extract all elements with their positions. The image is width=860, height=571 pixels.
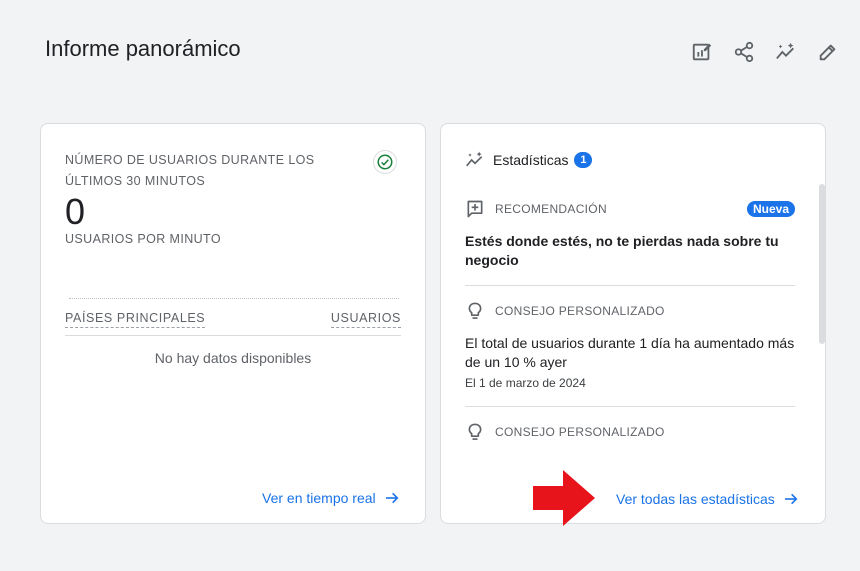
insights-icon [466, 151, 483, 167]
view-all-insights-link[interactable]: Ver todas las estadísticas [616, 491, 799, 507]
insights-card: Estadísticas 1 RECOMENDACIÓN Nueva Estés… [440, 123, 826, 524]
annotation-arrow-icon [533, 470, 595, 526]
insights-button[interactable] [772, 38, 800, 66]
realtime-user-count: 0 [65, 191, 86, 232]
view-realtime-link[interactable]: Ver en tiempo real [262, 490, 400, 506]
insight-kind: CONSEJO PERSONALIZADO [495, 425, 665, 439]
insight-text: El total de usuarios durante 1 día ha au… [465, 335, 795, 370]
edit-report-button[interactable] [688, 38, 716, 66]
insight-kind: CONSEJO PERSONALIZADO [495, 304, 665, 318]
realtime-title: NÚMERO DE USUARIOS DURANTE LOS ÚLTIMOS 3… [65, 153, 315, 188]
lightbulb-icon [468, 423, 482, 440]
insights-icon [776, 42, 794, 60]
insights-header: Estadísticas 1 [465, 150, 593, 170]
empty-state-message: No hay datos disponibles [154, 350, 312, 366]
customize-button[interactable] [814, 38, 842, 66]
add-feedback-icon [467, 200, 483, 218]
insights-count-badge: 1 [574, 152, 593, 168]
new-badge: Nueva [746, 201, 795, 217]
arrow-right-icon [385, 492, 399, 504]
edit-report-icon [692, 43, 712, 61]
insights-scrollbar[interactable] [819, 184, 825, 344]
insight-item[interactable]: RECOMENDACIÓN Nueva Estés donde estés, n… [465, 199, 795, 270]
lightbulb-icon [468, 302, 482, 319]
toolbar [688, 38, 842, 66]
insight-divider [465, 406, 795, 407]
insight-item[interactable]: CONSEJO PERSONALIZADO [465, 422, 795, 442]
view-all-insights-label: Ver todas las estadísticas [616, 491, 775, 507]
view-realtime-label: Ver en tiempo real [262, 490, 376, 506]
status-check-badge [373, 150, 397, 174]
column-header-countries[interactable]: PAÍSES PRINCIPALES [65, 311, 206, 328]
share-button[interactable] [730, 38, 758, 66]
insight-item[interactable]: CONSEJO PERSONALIZADO El total de usuari… [465, 301, 795, 390]
realtime-sparkline [69, 298, 399, 299]
realtime-card: NÚMERO DE USUARIOS DURANTE LOS ÚLTIMOS 3… [40, 123, 426, 524]
insight-divider [465, 285, 795, 286]
insight-text: Estés donde estés, no te pierdas nada so… [465, 233, 779, 268]
arrow-right-icon [784, 493, 798, 505]
realtime-unit-label: USUARIOS POR MINUTO [65, 232, 221, 246]
check-circle-icon [377, 154, 393, 170]
pencil-icon [819, 44, 836, 61]
share-icon [734, 41, 754, 63]
insight-kind: RECOMENDACIÓN [495, 202, 607, 216]
page-title: Informe panorámico [45, 36, 241, 61]
countries-table-header: PAÍSES PRINCIPALES USUARIOS [65, 311, 401, 336]
column-header-users[interactable]: USUARIOS [330, 311, 401, 328]
insights-title: Estadísticas [493, 152, 569, 168]
insight-date: El 1 de marzo de 2024 [465, 376, 586, 390]
